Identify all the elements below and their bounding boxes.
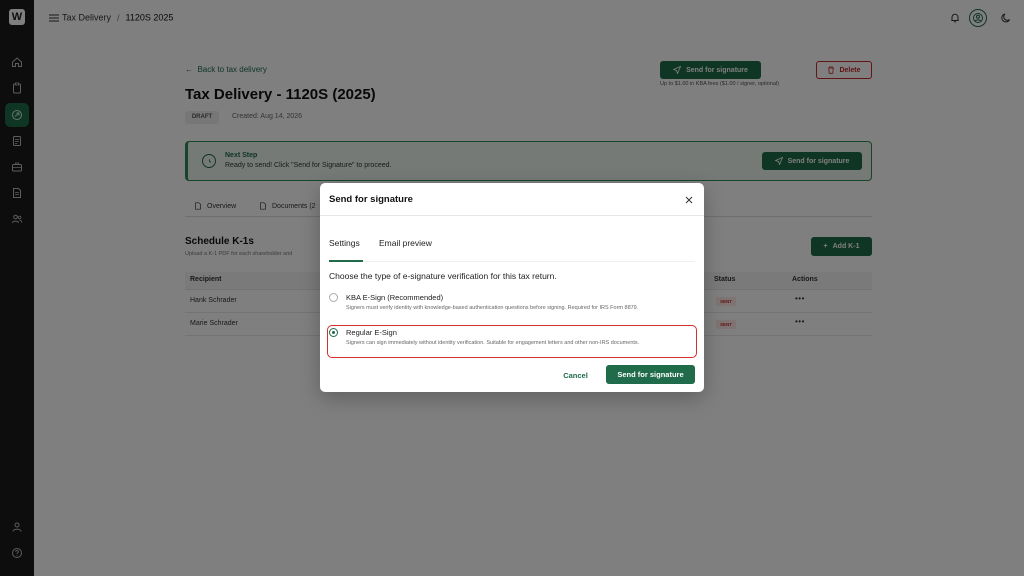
dialog-send-for-signature-button[interactable]: Send for signature (606, 365, 695, 384)
send-for-signature-dialog: Send for signature Settings Email previe… (320, 183, 704, 392)
cancel-button[interactable]: Cancel (553, 367, 598, 383)
tab-settings[interactable]: Settings (329, 238, 360, 248)
regular-esign-label[interactable]: Regular E-Sign (346, 328, 397, 337)
regular-esign-radio[interactable] (329, 328, 338, 337)
kba-esign-label[interactable]: KBA E-Sign (Recommended) (346, 293, 443, 302)
dialog-title: Send for signature (329, 194, 413, 205)
kba-esign-description: Signers must verify identity with knowle… (346, 305, 639, 311)
dialog-tabs-divider (329, 261, 695, 262)
regular-esign-description: Signers can sign immediately without ide… (346, 340, 640, 346)
kba-esign-radio[interactable] (329, 293, 338, 302)
dialog-divider (320, 215, 704, 216)
active-tab-indicator (329, 260, 363, 262)
verification-prompt: Choose the type of e-signature verificat… (329, 271, 557, 281)
close-icon[interactable] (684, 195, 694, 205)
tab-email-preview[interactable]: Email preview (379, 238, 432, 248)
